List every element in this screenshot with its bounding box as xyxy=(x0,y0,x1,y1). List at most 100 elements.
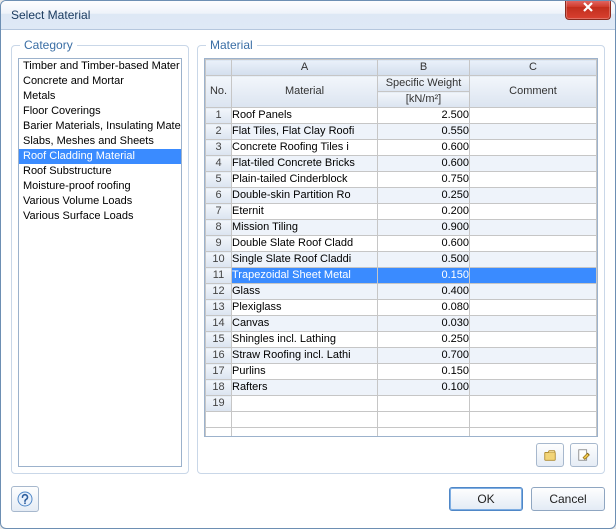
table-row[interactable]: 8Mission Tiling0.900 xyxy=(206,220,597,236)
cell-weight[interactable]: 0.600 xyxy=(378,236,470,252)
col-letter-b[interactable]: B xyxy=(378,60,470,76)
table-row[interactable]: 4Flat-tiled Concrete Bricks0.600 xyxy=(206,156,597,172)
category-item[interactable]: Barier Materials, Insulating Mate xyxy=(19,119,181,134)
cell-weight[interactable]: 0.100 xyxy=(378,380,470,396)
cell-weight[interactable]: 0.550 xyxy=(378,124,470,140)
row-number[interactable] xyxy=(206,412,232,428)
cell-comment[interactable] xyxy=(470,316,597,332)
table-row[interactable] xyxy=(206,428,597,438)
cell-comment[interactable] xyxy=(470,284,597,300)
category-item[interactable]: Floor Coverings xyxy=(19,104,181,119)
col-header-material[interactable]: Material xyxy=(232,76,378,108)
cell-material[interactable]: Straw Roofing incl. Lathi xyxy=(232,348,378,364)
row-number[interactable]: 5 xyxy=(206,172,232,188)
cell-material[interactable]: Double Slate Roof Cladd xyxy=(232,236,378,252)
cell-material[interactable]: Plexiglass xyxy=(232,300,378,316)
table-row[interactable]: 7Eternit0.200 xyxy=(206,204,597,220)
category-item[interactable]: Concrete and Mortar xyxy=(19,74,181,89)
import-button[interactable] xyxy=(536,443,564,467)
category-listbox[interactable]: Timber and Timber-based MaterConcrete an… xyxy=(18,58,182,467)
col-header-weight-1[interactable]: Specific Weight xyxy=(378,76,470,92)
table-row[interactable]: 16Straw Roofing incl. Lathi0.700 xyxy=(206,348,597,364)
cell-weight[interactable] xyxy=(378,412,470,428)
table-row[interactable]: 5Plain-tailed Cinderblock0.750 xyxy=(206,172,597,188)
help-button[interactable] xyxy=(11,486,39,512)
cell-material[interactable]: Concrete Roofing Tiles i xyxy=(232,140,378,156)
cell-material[interactable]: Purlins xyxy=(232,364,378,380)
cell-material[interactable]: Shingles incl. Lathing xyxy=(232,332,378,348)
row-number[interactable] xyxy=(206,428,232,438)
cell-weight[interactable]: 0.030 xyxy=(378,316,470,332)
category-item[interactable]: Roof Substructure xyxy=(19,164,181,179)
table-row[interactable]: 18Rafters0.100 xyxy=(206,380,597,396)
table-row[interactable]: 1Roof Panels2.500 xyxy=(206,108,597,124)
cell-comment[interactable] xyxy=(470,332,597,348)
table-row[interactable]: 11Trapezoidal Sheet Metal0.150 xyxy=(206,268,597,284)
material-grid[interactable]: A B C No. Material Specific Weight Comme… xyxy=(204,58,598,437)
cell-comment[interactable] xyxy=(470,364,597,380)
cell-weight[interactable] xyxy=(378,396,470,412)
cell-weight[interactable]: 0.400 xyxy=(378,284,470,300)
cell-weight[interactable]: 0.500 xyxy=(378,252,470,268)
cell-comment[interactable] xyxy=(470,348,597,364)
category-item[interactable]: Moisture-proof roofing xyxy=(19,179,181,194)
row-number[interactable]: 18 xyxy=(206,380,232,396)
cell-material[interactable]: Roof Panels xyxy=(232,108,378,124)
row-number[interactable]: 7 xyxy=(206,204,232,220)
cell-comment[interactable] xyxy=(470,428,597,438)
cell-material[interactable]: Glass xyxy=(232,284,378,300)
row-number[interactable]: 19 xyxy=(206,396,232,412)
col-letter-a[interactable]: A xyxy=(232,60,378,76)
table-row[interactable]: 17Purlins0.150 xyxy=(206,364,597,380)
cell-comment[interactable] xyxy=(470,140,597,156)
row-number[interactable]: 17 xyxy=(206,364,232,380)
cell-weight[interactable]: 0.200 xyxy=(378,204,470,220)
cell-weight[interactable]: 0.700 xyxy=(378,348,470,364)
cell-comment[interactable] xyxy=(470,252,597,268)
ok-button[interactable]: OK xyxy=(449,487,523,511)
cell-weight[interactable] xyxy=(378,428,470,438)
table-row[interactable]: 15Shingles incl. Lathing0.250 xyxy=(206,332,597,348)
col-letter-c[interactable]: C xyxy=(470,60,597,76)
category-item[interactable]: Metals xyxy=(19,89,181,104)
row-number[interactable]: 15 xyxy=(206,332,232,348)
table-row[interactable]: 3Concrete Roofing Tiles i0.600 xyxy=(206,140,597,156)
cell-weight[interactable]: 0.250 xyxy=(378,188,470,204)
col-header-weight-2[interactable]: [kN/m²] xyxy=(378,92,470,108)
table-row[interactable]: 13Plexiglass0.080 xyxy=(206,300,597,316)
cell-comment[interactable] xyxy=(470,204,597,220)
cell-weight[interactable]: 0.150 xyxy=(378,268,470,284)
cell-material[interactable] xyxy=(232,396,378,412)
cell-comment[interactable] xyxy=(470,220,597,236)
row-number[interactable]: 14 xyxy=(206,316,232,332)
cell-weight[interactable]: 0.600 xyxy=(378,140,470,156)
row-number[interactable]: 6 xyxy=(206,188,232,204)
cell-comment[interactable] xyxy=(470,380,597,396)
row-number[interactable]: 13 xyxy=(206,300,232,316)
category-item[interactable]: Various Surface Loads xyxy=(19,209,181,224)
cell-comment[interactable] xyxy=(470,396,597,412)
category-item[interactable]: Various Volume Loads xyxy=(19,194,181,209)
row-number[interactable]: 1 xyxy=(206,108,232,124)
cell-material[interactable]: Mission Tiling xyxy=(232,220,378,236)
cell-weight[interactable]: 0.900 xyxy=(378,220,470,236)
col-header-comment[interactable]: Comment xyxy=(470,76,597,108)
table-row[interactable]: 10Single Slate Roof Claddi0.500 xyxy=(206,252,597,268)
row-number[interactable]: 2 xyxy=(206,124,232,140)
cell-material[interactable] xyxy=(232,428,378,438)
table-row[interactable]: 19 xyxy=(206,396,597,412)
cell-material[interactable] xyxy=(232,412,378,428)
cell-material[interactable]: Flat Tiles, Flat Clay Roofi xyxy=(232,124,378,140)
cell-comment[interactable] xyxy=(470,156,597,172)
row-number[interactable]: 11 xyxy=(206,268,232,284)
cell-material[interactable]: Rafters xyxy=(232,380,378,396)
cell-comment[interactable] xyxy=(470,300,597,316)
row-number[interactable]: 8 xyxy=(206,220,232,236)
cell-comment[interactable] xyxy=(470,188,597,204)
table-row[interactable]: 12Glass0.400 xyxy=(206,284,597,300)
table-row[interactable]: 14Canvas0.030 xyxy=(206,316,597,332)
row-number[interactable]: 4 xyxy=(206,156,232,172)
table-row[interactable] xyxy=(206,412,597,428)
cell-material[interactable]: Trapezoidal Sheet Metal xyxy=(232,268,378,284)
cell-material[interactable]: Eternit xyxy=(232,204,378,220)
